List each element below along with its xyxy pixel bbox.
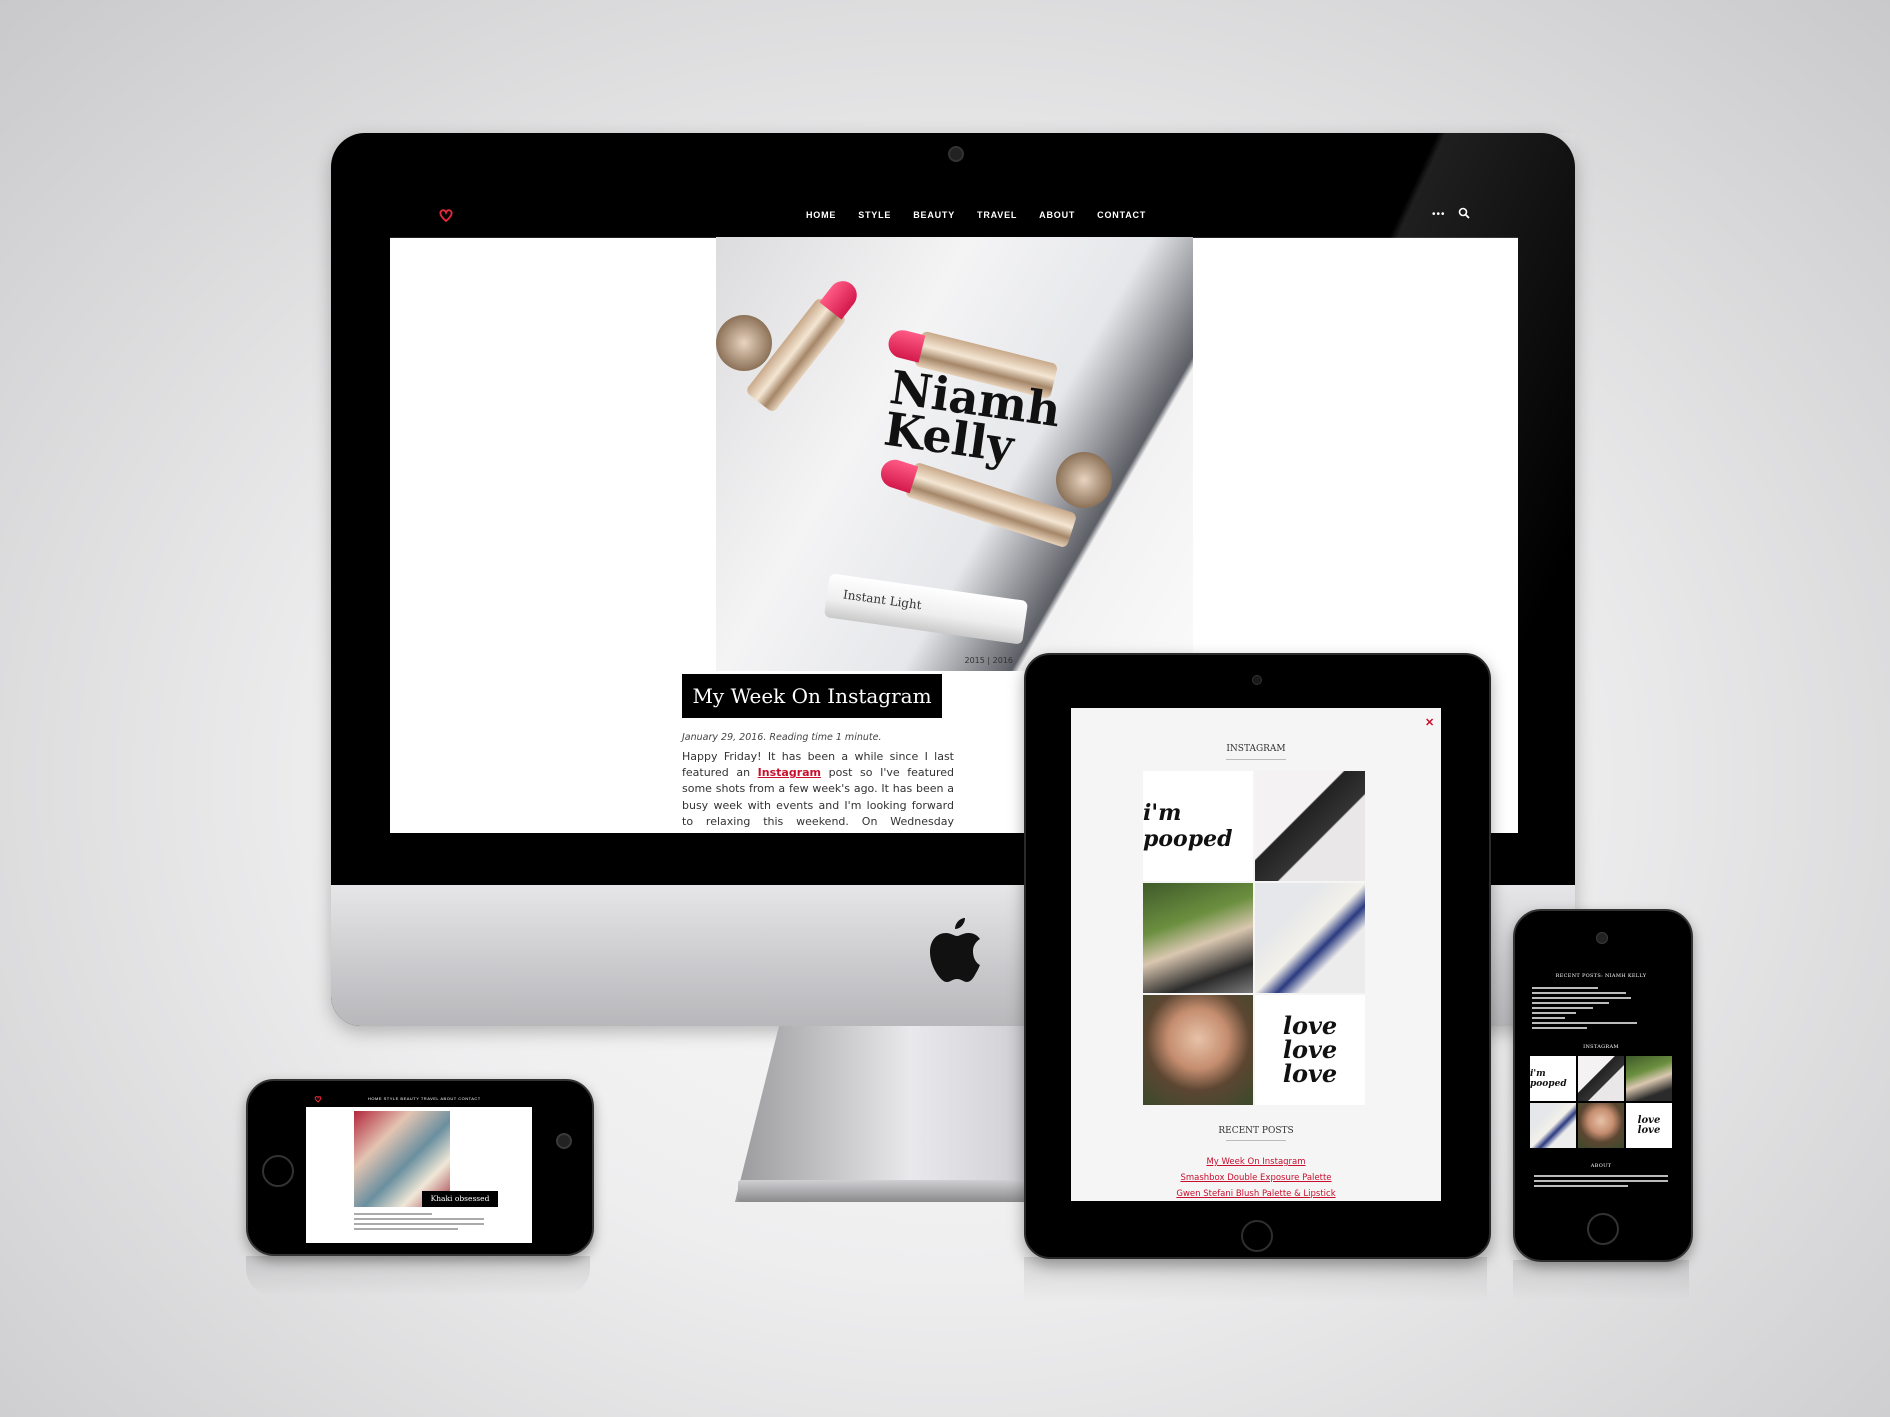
divider [1226, 1140, 1286, 1141]
lipstick-cap-image [716, 315, 772, 371]
instagram-tile[interactable] [1255, 883, 1365, 993]
post-meta: January 29, 2016. Reading time 1 minute. [682, 732, 882, 743]
camera-icon [948, 146, 964, 162]
about-title: ABOUT [1590, 1163, 1612, 1169]
primer-image: Instant Light [823, 573, 1029, 645]
camera-icon [556, 1133, 572, 1149]
camera-icon [1252, 675, 1262, 685]
ellipsis-icon[interactable]: ••• [1432, 209, 1446, 220]
recent-post-link[interactable]: My Week On Instagram [1071, 1154, 1441, 1170]
instagram-tile[interactable] [1255, 771, 1365, 881]
home-button[interactable] [1241, 1220, 1273, 1252]
nav-item-style[interactable]: STYLE [858, 210, 891, 220]
instagram-grid: i'm pooped love love [1530, 1056, 1672, 1148]
recent-posts-title: RECENT POSTS: NIAMH KELLY [1555, 973, 1647, 979]
instagram-tile[interactable]: love love [1626, 1103, 1672, 1148]
instagram-grid: i'm pooped love love love [1143, 771, 1365, 1105]
post-title[interactable]: Khaki obsessed [422, 1191, 498, 1207]
nav-item-about[interactable]: ABOUT [1039, 210, 1075, 220]
apple-logo-icon [930, 918, 980, 982]
recent-post-link[interactable]: Gwen Stefani Blush Palette & Lipstick [1071, 1186, 1441, 1201]
instagram-tile[interactable] [1530, 1103, 1576, 1148]
nav-item-contact[interactable]: CONTACT [1097, 210, 1146, 220]
recent-post-link[interactable]: Smashbox Double Exposure Palette [1071, 1170, 1441, 1186]
featured-image[interactable]: Niamh Kelly Instant Light 2015 | 2016 [716, 237, 1193, 671]
nav-menu[interactable]: HOME STYLE BEAUTY TRAVEL ABOUT CONTACT [368, 1096, 481, 1101]
instagram-tile[interactable] [1143, 883, 1253, 993]
instagram-tile[interactable]: love love love [1255, 995, 1365, 1105]
heart-logo-icon[interactable] [314, 1095, 322, 1103]
instagram-tile[interactable]: i'm pooped [1530, 1056, 1576, 1101]
device-reflection [246, 1256, 590, 1296]
instagram-link[interactable]: Instagram [758, 766, 821, 779]
about-text [1534, 1175, 1668, 1190]
nav-menu: HOME STYLE BEAUTY TRAVEL ABOUT CONTACT [806, 192, 1146, 237]
post-body: Happy Friday! It has been a while since … [682, 749, 954, 833]
post-title[interactable]: My Week On Instagram [682, 674, 942, 718]
post-excerpt [354, 1213, 484, 1233]
recent-posts-list[interactable] [1532, 987, 1642, 1032]
nav-item-home[interactable]: HOME [806, 210, 836, 220]
recent-posts-list: My Week On Instagram Smashbox Double Exp… [1071, 1154, 1441, 1201]
instagram-tile[interactable] [1578, 1056, 1624, 1101]
tablet-screen: ✕ INSTAGRAM i'm pooped love love love RE… [1071, 708, 1441, 1201]
instagram-tile[interactable] [1626, 1056, 1672, 1101]
phone-landscape-screen: HOME STYLE BEAUTY TRAVEL ABOUT CONTACT K… [306, 1091, 532, 1243]
device-reflection [1513, 1260, 1689, 1300]
heart-logo-icon[interactable] [438, 207, 454, 223]
device-reflection [1024, 1257, 1487, 1302]
top-navigation: HOME STYLE BEAUTY TRAVEL ABOUT CONTACT •… [390, 192, 1518, 238]
product-label: Instant Light [842, 587, 923, 613]
instagram-tile[interactable]: i'm pooped [1143, 771, 1253, 881]
instagram-tile[interactable] [1578, 1103, 1624, 1148]
nav-item-beauty[interactable]: BEAUTY [913, 210, 955, 220]
nav-item-travel[interactable]: TRAVEL [977, 210, 1017, 220]
home-button[interactable] [1587, 1213, 1619, 1245]
top-navigation: HOME STYLE BEAUTY TRAVEL ABOUT CONTACT [306, 1091, 532, 1107]
instagram-widget-title: INSTAGRAM [1583, 1044, 1619, 1050]
close-icon[interactable]: ✕ [1425, 716, 1434, 729]
camera-icon [1596, 932, 1608, 944]
hero-caption: 2015 | 2016 [964, 656, 1014, 665]
post-title-box: My Week On Instagram [682, 674, 942, 718]
divider [1226, 759, 1286, 760]
phone-portrait-screen: RECENT POSTS: NIAMH KELLY INSTAGRAM i'm … [1526, 965, 1676, 1198]
search-icon[interactable] [1458, 207, 1470, 219]
recent-posts-title: RECENT POSTS [1218, 1126, 1294, 1136]
instagram-tile[interactable] [1143, 995, 1253, 1105]
home-button[interactable] [262, 1155, 294, 1187]
lipstick-image [877, 456, 1078, 549]
instagram-widget-title: INSTAGRAM [1226, 744, 1286, 754]
